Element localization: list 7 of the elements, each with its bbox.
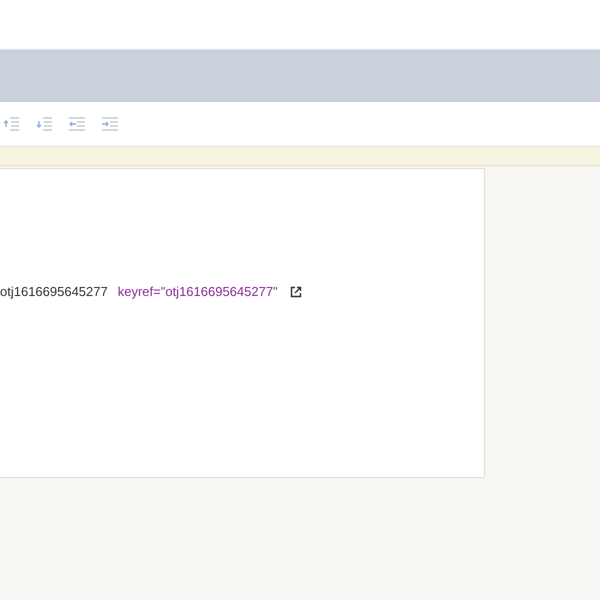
indent-icon[interactable] — [101, 115, 119, 133]
keyref-text: keyref="otj1616695645277" — [118, 284, 278, 299]
id-text: otj1616695645277 — [0, 284, 108, 299]
outdent-icon[interactable] — [68, 115, 86, 133]
move-down-icon[interactable] — [35, 115, 53, 133]
external-link-icon[interactable] — [290, 286, 302, 298]
move-up-icon[interactable] — [2, 115, 20, 133]
